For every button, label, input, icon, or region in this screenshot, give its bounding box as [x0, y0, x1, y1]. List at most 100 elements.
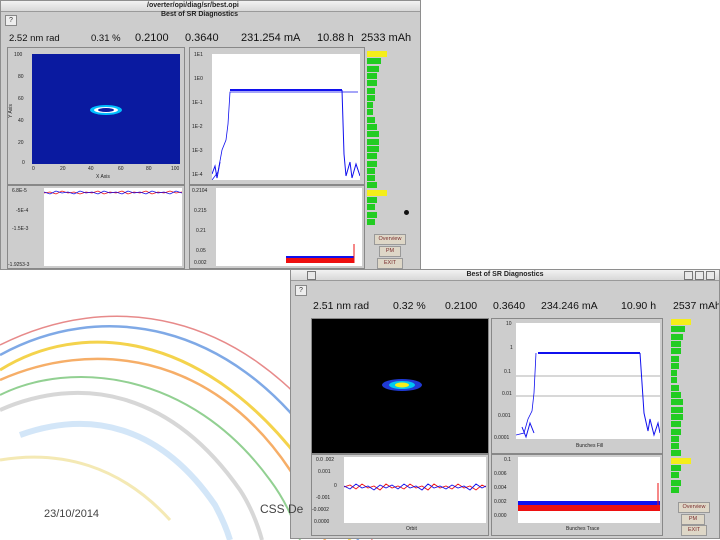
close-icon[interactable] — [706, 271, 715, 280]
footer-event: CSS De — [260, 502, 304, 516]
status-indicator — [367, 211, 377, 218]
minimize-icon[interactable] — [684, 271, 693, 280]
fill-y-tick-4: 0.01 — [502, 391, 512, 397]
beam-image-panel: 100 80 60 40 20 0 Y Axis 0 20 40 60 80 1… — [7, 47, 185, 185]
orbit-plot-area — [343, 457, 487, 523]
status-indicator — [367, 109, 373, 116]
bunch-trace — [286, 244, 355, 263]
y-tick-1: 100 — [14, 52, 23, 58]
status-indicator — [671, 355, 679, 362]
fill-x-label: Bunches Fill — [576, 443, 604, 449]
diagnostics-window-front: Best of SR Diagnostics ? 2.51 nm rad 0.3… — [290, 269, 720, 539]
orbit-y-tick-1: 6.8E-5 — [12, 188, 27, 194]
x-axis-label: X Axis — [96, 174, 110, 180]
status-indicator — [671, 479, 681, 486]
y-tick-2: 80 — [18, 74, 24, 80]
fill-pattern-trace — [211, 89, 361, 181]
charge-value: 2537 mAh — [673, 300, 720, 312]
orbit-y-tick-1: 0.0 .002 — [316, 457, 335, 463]
y-axis-label: Y Axis — [7, 104, 14, 118]
status-indicator — [367, 102, 373, 109]
fill-pattern-panel: 1E1 1E0 1E-1 1E-2 1E-3 1E-4 — [189, 47, 365, 185]
current-value: 234.246 mA — [541, 300, 598, 312]
y-tick-4: 40 — [18, 118, 24, 124]
status-indicator — [671, 348, 681, 355]
overview-button[interactable]: Overview — [678, 502, 710, 513]
status-indicator-column — [671, 319, 695, 495]
bunch-plot-area — [216, 188, 362, 266]
status-dot — [404, 210, 409, 215]
help-button[interactable]: ? — [295, 285, 307, 296]
window-titlebar[interactable]: /overter/opi/diag/sr/best.opi Best of SR… — [1, 1, 420, 18]
fill-plot-area — [211, 54, 361, 181]
lifetime-value: 10.88 h — [317, 32, 354, 44]
exit-button[interactable]: EXIT — [681, 525, 707, 536]
tune-x-value: 0.2100 — [445, 300, 478, 312]
fill-y-tick-3: 0.1 — [504, 369, 511, 375]
orbit-y-tick-2: 0.001 — [318, 469, 331, 475]
beam-spot — [382, 379, 422, 391]
status-indicator — [671, 340, 681, 347]
status-indicator — [367, 87, 375, 94]
charge-value: 2533 mAh — [361, 32, 412, 44]
maximize-icon[interactable] — [695, 271, 704, 280]
status-indicator — [367, 138, 379, 145]
status-indicator — [671, 392, 681, 398]
overview-button[interactable]: Overview — [374, 234, 406, 245]
tune-y-value: 0.3640 — [493, 300, 526, 312]
pm-button[interactable]: PM — [379, 246, 401, 257]
window-titlebar[interactable]: Best of SR Diagnostics — [291, 270, 719, 281]
bunch-trace — [518, 483, 660, 511]
status-indicator — [367, 58, 381, 65]
status-indicator — [367, 204, 375, 211]
fill-pattern-trace — [515, 352, 661, 439]
bunch-x-label: Bunches Trace — [566, 526, 600, 532]
tune-y-value: 0.3640 — [185, 32, 219, 44]
status-indicator — [367, 80, 377, 87]
status-indicator — [671, 435, 679, 442]
emittance-value: 2.51 nm rad — [313, 300, 370, 312]
status-indicator — [367, 65, 379, 72]
orbit-y-tick-3: -1.5E-3 — [12, 226, 29, 232]
bunch-y-tick-2: 0.006 — [494, 471, 507, 477]
bunch-y-tick-3: 0.004 — [494, 485, 507, 491]
x-tick-3: 40 — [88, 166, 94, 172]
x-tick-4: 60 — [118, 166, 124, 172]
status-indicator — [367, 160, 377, 167]
x-tick-2: 20 — [60, 166, 66, 172]
y-tick-5: 20 — [18, 140, 24, 146]
bunch-plot-area — [518, 457, 660, 523]
status-indicator — [671, 457, 691, 464]
fill-y-tick-6: 1E-4 — [192, 172, 203, 178]
status-indicator — [671, 319, 691, 325]
fill-plot-area — [515, 323, 661, 439]
help-button[interactable]: ? — [5, 15, 17, 26]
orbit-trace — [343, 483, 487, 491]
status-indicator — [671, 384, 679, 391]
status-indicator — [367, 182, 377, 189]
bunch-y-tick-5: 0.002 — [194, 260, 207, 266]
status-indicator — [671, 362, 679, 369]
window-menu-icon[interactable] — [307, 271, 316, 280]
status-indicator — [367, 218, 375, 225]
fill-y-tick-5: 0.001 — [498, 413, 511, 419]
orbit-trace — [43, 190, 183, 195]
x-tick-1: 0 — [32, 166, 35, 172]
bunch-trace-panel: 0.2104 0.215 0.21 0.05 0.002 — [189, 185, 365, 269]
diagnostics-window-back: /overter/opi/diag/sr/best.opi Best of SR… — [0, 0, 421, 270]
current-value: 231.254 mA — [241, 32, 301, 44]
orbit-y-tick-6: 0.0000 — [314, 519, 330, 525]
status-indicator — [671, 413, 683, 420]
pm-button[interactable]: PM — [681, 514, 705, 525]
beam-image-panel — [311, 318, 489, 454]
orbit-plot-area — [43, 188, 183, 266]
status-indicator — [367, 175, 375, 182]
status-indicator — [671, 326, 685, 333]
status-indicator — [367, 167, 375, 174]
status-indicator — [671, 486, 679, 493]
status-indicator — [671, 443, 679, 450]
exit-button[interactable]: EXIT — [377, 258, 403, 269]
orbit-panel: 0.0 .002 0.001 0 -0.001 -0.0002 0.0000 O… — [311, 454, 489, 536]
orbit-x-label: Orbit — [406, 526, 417, 532]
fill-y-tick-3: 1E-1 — [192, 100, 203, 106]
